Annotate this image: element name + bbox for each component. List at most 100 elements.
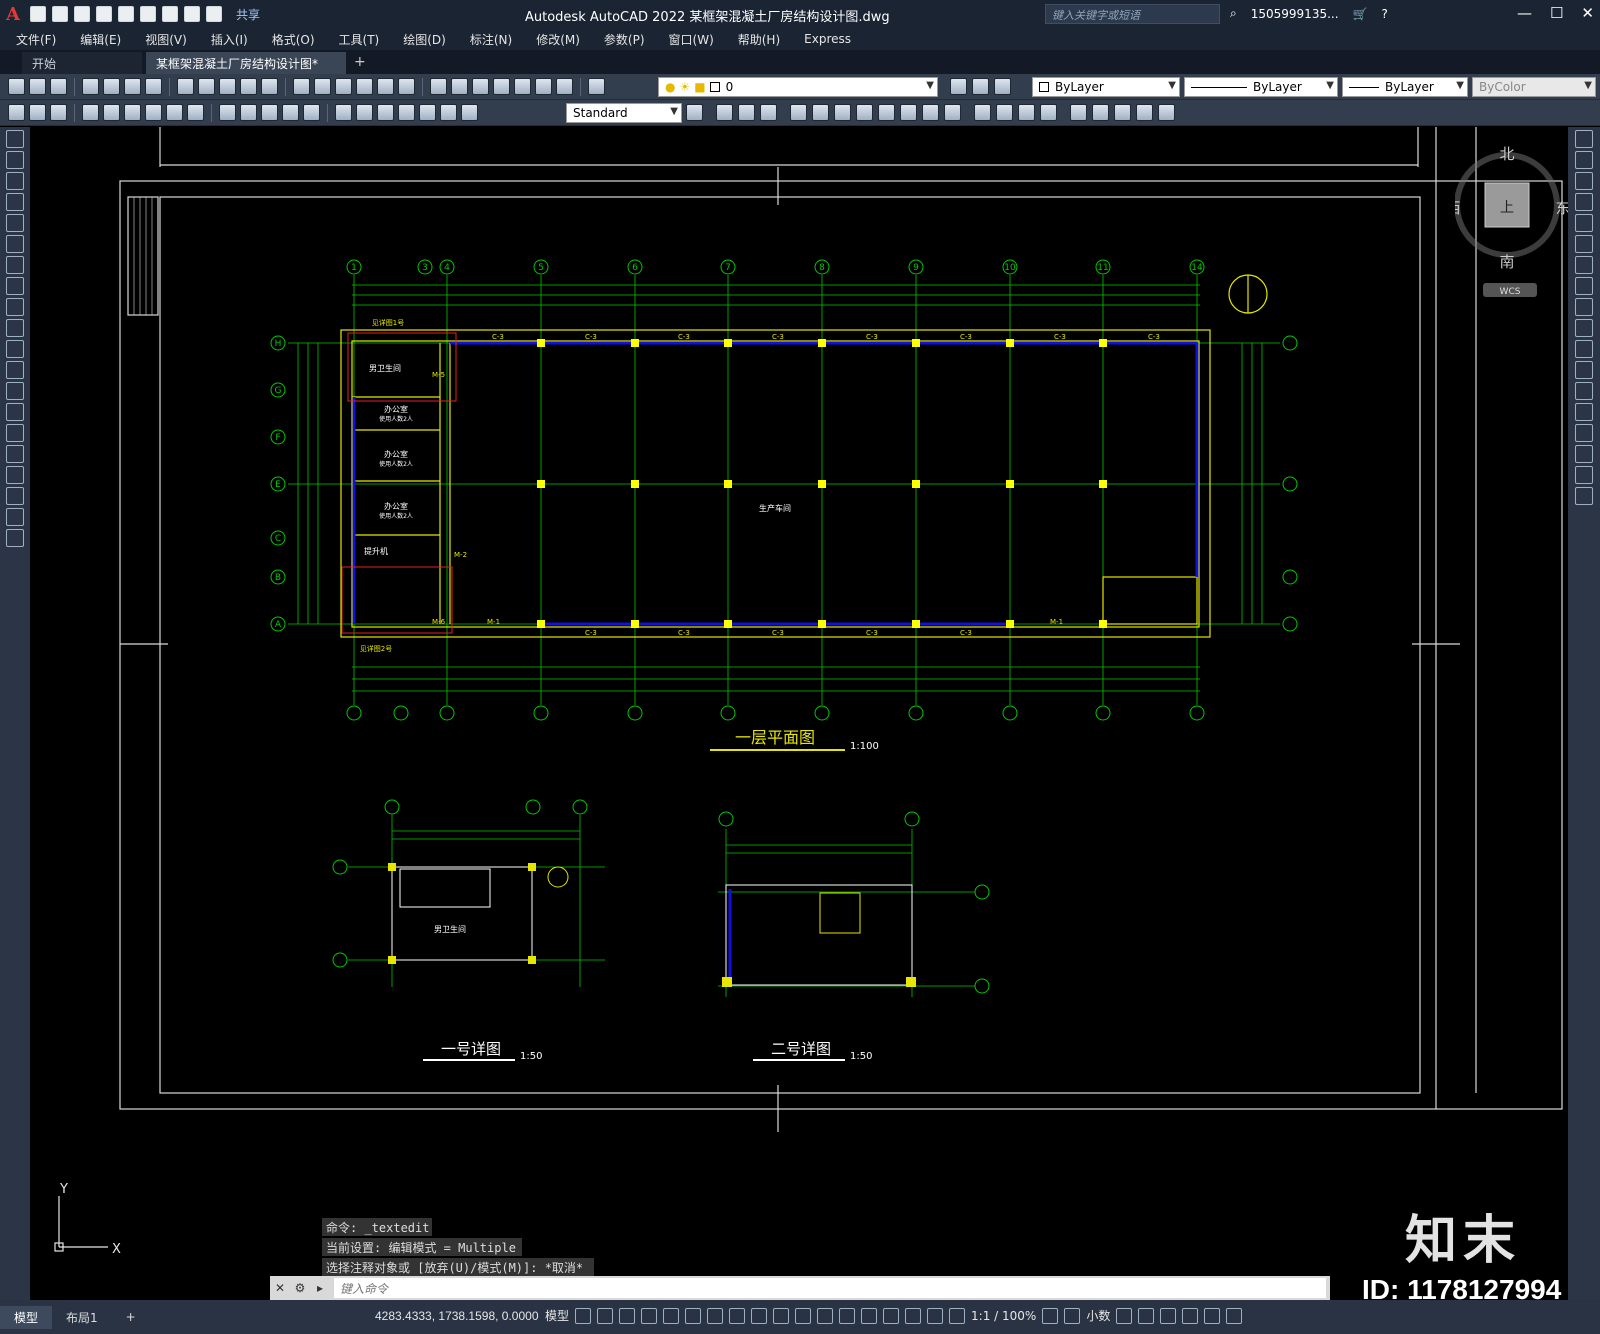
- infer-constraints-icon[interactable]: [619, 1307, 636, 1324]
- grid-icon[interactable]: [575, 1307, 592, 1324]
- help-icon[interactable]: ?: [1381, 7, 1387, 21]
- move-icon[interactable]: [1575, 235, 1593, 253]
- inspection-icon[interactable]: [377, 104, 394, 121]
- new-icon[interactable]: [30, 6, 46, 22]
- add-layout-button[interactable]: +: [112, 1307, 150, 1327]
- dim-break-icon[interactable]: [303, 104, 320, 121]
- lineweight-dropdown[interactable]: ByLayer ▼: [1342, 77, 1468, 97]
- break-at-point-icon[interactable]: [1575, 361, 1593, 379]
- preview-icon[interactable]: [103, 78, 120, 95]
- isolate-objects-icon[interactable]: [1160, 1307, 1177, 1324]
- erase-icon[interactable]: [1575, 130, 1593, 148]
- 3d-osnap-icon[interactable]: [839, 1307, 856, 1324]
- color-dropdown[interactable]: ByLayer ▼: [1032, 77, 1180, 97]
- annotation-monitor-icon[interactable]: [1064, 1307, 1081, 1324]
- design-center-icon[interactable]: [451, 78, 468, 95]
- auto-scale-icon[interactable]: [949, 1307, 966, 1324]
- linear-dimension-icon[interactable]: [29, 104, 46, 121]
- rotate-icon[interactable]: [1575, 256, 1593, 274]
- menu-edit[interactable]: 编辑(E): [80, 31, 121, 48]
- fillet-icon[interactable]: [1575, 445, 1593, 463]
- extend-icon[interactable]: [1575, 340, 1593, 358]
- selection-filter-icon[interactable]: [883, 1307, 900, 1324]
- chamfer-icon[interactable]: [1575, 424, 1593, 442]
- new-icon[interactable]: [8, 78, 25, 95]
- snap-icon[interactable]: [597, 1307, 614, 1324]
- menu-dimension[interactable]: 标注(N): [470, 31, 512, 48]
- zoom-window-icon[interactable]: [377, 78, 394, 95]
- redo-icon[interactable]: [314, 78, 331, 95]
- save-as-icon[interactable]: [96, 6, 112, 22]
- scale-icon[interactable]: [1575, 277, 1593, 295]
- markup-icon[interactable]: [514, 78, 531, 95]
- continue-icon[interactable]: [261, 104, 278, 121]
- compass-east[interactable]: 东: [1555, 199, 1568, 217]
- tab-layout1[interactable]: 布局1: [52, 1306, 112, 1329]
- minimize-button[interactable]: —: [1517, 4, 1532, 22]
- search-input[interactable]: 键入关键字或短语: [1045, 4, 1220, 24]
- clean-screen-icon[interactable]: [1204, 1307, 1221, 1324]
- radius-icon[interactable]: [124, 104, 141, 121]
- sheet-set-icon[interactable]: [493, 78, 510, 95]
- quick-dim-icon[interactable]: [219, 104, 236, 121]
- realistic-icon[interactable]: [1040, 104, 1057, 121]
- linetype-dropdown[interactable]: ByLayer ▼: [1184, 77, 1338, 97]
- search-icon[interactable]: ⌕: [1230, 6, 1237, 21]
- aligned-dimension-icon[interactable]: [50, 104, 67, 121]
- open-web-icon[interactable]: [118, 6, 134, 22]
- hidden-icon[interactable]: [1018, 104, 1035, 121]
- object-snap-tracking-icon[interactable]: [729, 1307, 746, 1324]
- dynamic-ucs-icon[interactable]: [861, 1307, 878, 1324]
- units-selector[interactable]: 小数: [1086, 1307, 1110, 1324]
- lock-ui-icon[interactable]: [1138, 1307, 1155, 1324]
- plot-icon[interactable]: [162, 6, 178, 22]
- menu-parametric[interactable]: 参数(P): [604, 31, 645, 48]
- dim-style-icon[interactable]: [686, 104, 703, 121]
- arc-icon[interactable]: [6, 235, 24, 253]
- tab-model[interactable]: 模型: [0, 1305, 53, 1329]
- polygon-icon[interactable]: [6, 193, 24, 211]
- menu-help[interactable]: 帮助(H): [738, 31, 780, 48]
- table-icon[interactable]: [6, 487, 24, 505]
- diameter-icon[interactable]: [166, 104, 183, 121]
- region-icon[interactable]: [6, 466, 24, 484]
- join-icon[interactable]: [1575, 403, 1593, 421]
- mirror-icon[interactable]: [1575, 172, 1593, 190]
- construction-line-icon[interactable]: [6, 151, 24, 169]
- layer-properties-icon[interactable]: [588, 78, 605, 95]
- menu-window[interactable]: 窗口(W): [669, 31, 714, 48]
- center-mark-icon[interactable]: [356, 104, 373, 121]
- point-icon[interactable]: [6, 403, 24, 421]
- copy-icon[interactable]: [1575, 151, 1593, 169]
- zoom-realtime-icon[interactable]: [356, 78, 373, 95]
- iso-ne-icon[interactable]: [900, 104, 917, 121]
- publish-icon[interactable]: [124, 78, 141, 95]
- compass-north[interactable]: 北: [1499, 145, 1514, 163]
- make-current-layer-icon[interactable]: [950, 78, 967, 95]
- angular-icon[interactable]: [187, 104, 204, 121]
- baseline-icon[interactable]: [240, 104, 257, 121]
- view-front-icon[interactable]: [716, 104, 733, 121]
- view-back-icon[interactable]: [738, 104, 755, 121]
- customize-icon[interactable]: ⚙: [290, 1281, 310, 1295]
- menu-format[interactable]: 格式(O): [272, 31, 315, 48]
- add-selected-icon[interactable]: [6, 529, 24, 547]
- drawing-canvas[interactable]: 1 3 4 5 6 7 8 9 10 11 14 H G F E C B A 男…: [30, 127, 1568, 1300]
- share-button[interactable]: 共享: [236, 6, 260, 23]
- maximize-button[interactable]: ☐: [1550, 4, 1563, 22]
- view-bottom-icon[interactable]: [834, 104, 851, 121]
- ellipse-arc-icon[interactable]: [6, 340, 24, 358]
- properties-icon[interactable]: [430, 78, 447, 95]
- ucs-icon[interactable]: [1070, 104, 1087, 121]
- gradient-icon[interactable]: [6, 445, 24, 463]
- iso-nw-icon[interactable]: [922, 104, 939, 121]
- lineweight-icon[interactable]: [773, 1307, 790, 1324]
- hatch-icon[interactable]: [6, 424, 24, 442]
- trim-icon[interactable]: [1575, 319, 1593, 337]
- model-space-button[interactable]: 模型: [545, 1307, 569, 1324]
- view-left-icon[interactable]: [760, 104, 777, 121]
- paste-icon[interactable]: [219, 78, 236, 95]
- graphics-performance-icon[interactable]: [1182, 1307, 1199, 1324]
- dim-edit-icon[interactable]: [419, 104, 436, 121]
- quick-dimension-icon[interactable]: [8, 104, 25, 121]
